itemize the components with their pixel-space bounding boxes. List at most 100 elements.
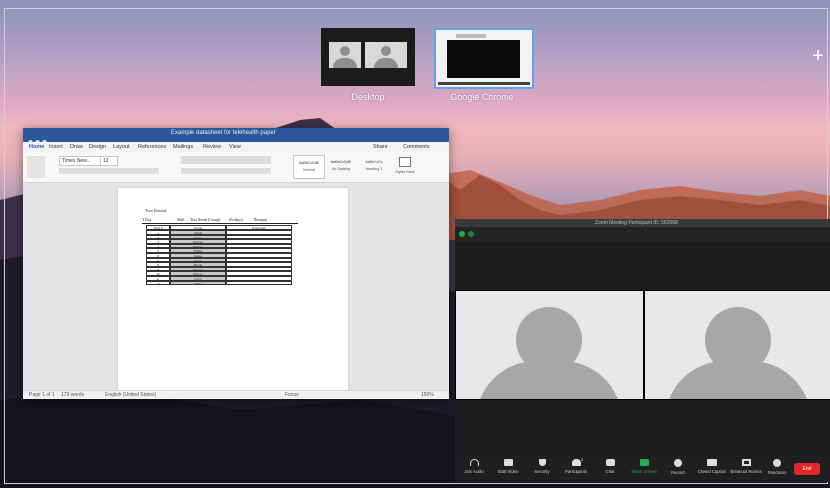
avatar-icon bbox=[381, 46, 391, 56]
breakout-rooms-button[interactable]: Breakout Rooms bbox=[729, 457, 763, 481]
styles-pane-button[interactable]: Styles Pane bbox=[395, 155, 415, 177]
style-no-spacing[interactable]: AaBbCcDdE No Spacing bbox=[326, 155, 356, 177]
share-screen-button[interactable]: Share Screen bbox=[627, 457, 661, 481]
table-title-row: T Day Shift Text Needs (Group) (Fridays)… bbox=[142, 218, 298, 224]
thumbnail-tile bbox=[365, 42, 407, 68]
response-cell[interactable] bbox=[226, 280, 292, 286]
alignment-controls[interactable] bbox=[181, 168, 271, 174]
toolbar-label: Participants bbox=[565, 469, 587, 474]
zoom-top-bar bbox=[455, 227, 830, 241]
word-status-bar: Page 1 of 1 173 words English (United St… bbox=[23, 390, 449, 399]
toolbar-label: Join Audio bbox=[464, 469, 484, 474]
language-indicator[interactable]: English (United States) bbox=[105, 392, 156, 398]
desktop-wallpaper: Desktop Google Chrome + Example datashee… bbox=[0, 0, 830, 488]
toolbar-label: Breakout Rooms bbox=[730, 469, 762, 474]
add-space-button[interactable]: + bbox=[810, 46, 826, 66]
chat-icon bbox=[605, 459, 615, 466]
toolbar-label: Security bbox=[534, 469, 550, 474]
chrome-thumbnail bbox=[447, 40, 520, 78]
styles-pane-label: Styles Pane bbox=[395, 170, 415, 174]
share-screen-icon bbox=[639, 459, 649, 466]
breakout-icon bbox=[741, 459, 751, 466]
start-video-button[interactable]: Start Video bbox=[491, 457, 525, 481]
space-desktop[interactable]: Desktop bbox=[321, 28, 415, 102]
chat-button[interactable]: Chat bbox=[593, 457, 627, 481]
record-button[interactable]: Record bbox=[661, 457, 695, 481]
video-icon bbox=[503, 459, 513, 466]
participants-button[interactable]: 2 Participants bbox=[559, 457, 593, 481]
connection-icon[interactable] bbox=[468, 231, 474, 237]
participant-tile[interactable] bbox=[644, 290, 830, 400]
tab-design[interactable]: Design bbox=[89, 144, 106, 150]
page-count: Page 1 of 1 bbox=[29, 392, 55, 398]
thumbnail-tile bbox=[329, 42, 361, 68]
participant-tile[interactable] bbox=[455, 290, 644, 400]
tab-insert[interactable]: Insert bbox=[49, 144, 63, 150]
zoom-window[interactable]: Zoom Meeting Participant ID: 562068 Join… bbox=[455, 219, 830, 482]
word-window[interactable]: Example datasheet for telehealth paper H… bbox=[23, 128, 449, 399]
tab-view[interactable]: View bbox=[229, 144, 241, 150]
paragraph-controls[interactable] bbox=[181, 156, 271, 164]
font-size-select[interactable]: 12 bbox=[100, 156, 118, 166]
tab-mailings[interactable]: Mailings bbox=[173, 144, 193, 150]
join-audio-button[interactable]: Join Audio bbox=[457, 457, 491, 481]
toolbar-label: Chat bbox=[605, 469, 615, 474]
ribbon-tabs: Home Insert Draw Design Layout Reference… bbox=[23, 142, 449, 152]
zoom-level[interactable]: 150% bbox=[421, 392, 434, 398]
toolbar-label: Record bbox=[671, 470, 685, 475]
space-label: Google Chrome bbox=[450, 92, 514, 102]
styles-pane-icon bbox=[399, 157, 411, 167]
document-area: Two Round T Day Shift Text Needs (Group)… bbox=[23, 183, 449, 399]
tab-home[interactable]: Home bbox=[29, 144, 44, 150]
style-preview: AaBbCcDdE bbox=[298, 161, 320, 165]
document-heading: Two Round bbox=[145, 208, 167, 213]
desktop-thumbnail bbox=[321, 28, 415, 86]
style-label: No Spacing bbox=[331, 167, 351, 171]
target-cell[interactable]: Tribe bbox=[170, 280, 226, 286]
tab-review[interactable]: Review bbox=[203, 144, 221, 150]
chrome-thumbnail-bar bbox=[456, 34, 486, 38]
tab-references[interactable]: References bbox=[138, 144, 166, 150]
style-label: Normal bbox=[303, 168, 315, 172]
avatar-body bbox=[476, 361, 622, 399]
participants-count: 2 bbox=[581, 457, 584, 462]
avatar-body bbox=[665, 361, 811, 399]
font-name-select[interactable]: Times New... bbox=[59, 156, 101, 166]
space-label: Desktop bbox=[351, 92, 385, 102]
style-heading-1[interactable]: AaBbCcDc Heading 1 bbox=[359, 155, 389, 177]
zoom-toolbar: Join Audio Start Video Security 2 Partic… bbox=[455, 455, 830, 482]
tab-layout[interactable]: Layout bbox=[113, 144, 130, 150]
tab-draw[interactable]: Draw bbox=[70, 144, 83, 150]
security-button[interactable]: Security bbox=[525, 457, 559, 481]
reactions-button[interactable]: Reactions bbox=[760, 457, 794, 481]
avatar-body bbox=[333, 58, 357, 68]
ribbon-toolbar: Times New... 12 AaBbCcDdE Normal AaBbCcD… bbox=[23, 152, 449, 183]
comments-button[interactable]: Comments bbox=[403, 144, 430, 150]
participants-icon bbox=[571, 459, 581, 466]
style-preview: AaBbCcDdE bbox=[330, 160, 352, 164]
avatar-body bbox=[374, 58, 398, 68]
word-count: 173 words bbox=[61, 392, 85, 398]
table-row: 12 Tribe bbox=[146, 280, 292, 286]
toolbar-label: Reactions bbox=[767, 470, 787, 475]
style-label: Heading 1 bbox=[365, 167, 383, 171]
encryption-icon[interactable] bbox=[459, 231, 465, 237]
paste-icon[interactable] bbox=[27, 156, 45, 178]
toolbar-label: Closed Caption bbox=[697, 469, 727, 474]
table-title-col: Text Needs (Group) bbox=[190, 218, 221, 222]
trial-number-cell[interactable]: 12 bbox=[146, 280, 170, 286]
reactions-icon bbox=[773, 459, 781, 467]
share-button[interactable]: Share bbox=[373, 144, 388, 150]
format-controls[interactable] bbox=[59, 168, 159, 174]
document-page[interactable]: Two Round T Day Shift Text Needs (Group)… bbox=[118, 188, 348, 399]
style-normal[interactable]: AaBbCcDdE Normal bbox=[293, 155, 325, 179]
space-google-chrome[interactable]: Google Chrome bbox=[434, 28, 534, 102]
toolbar-label: Start Video bbox=[497, 469, 519, 474]
closed-caption-button[interactable]: Closed Caption bbox=[695, 457, 729, 481]
focus-button[interactable]: Focus bbox=[285, 392, 299, 398]
style-preview: AaBbCcDc bbox=[365, 160, 383, 164]
end-meeting-button[interactable]: End bbox=[794, 463, 820, 475]
record-icon bbox=[674, 459, 682, 467]
table-title-col: Shift bbox=[177, 218, 185, 222]
shield-icon bbox=[538, 459, 546, 466]
